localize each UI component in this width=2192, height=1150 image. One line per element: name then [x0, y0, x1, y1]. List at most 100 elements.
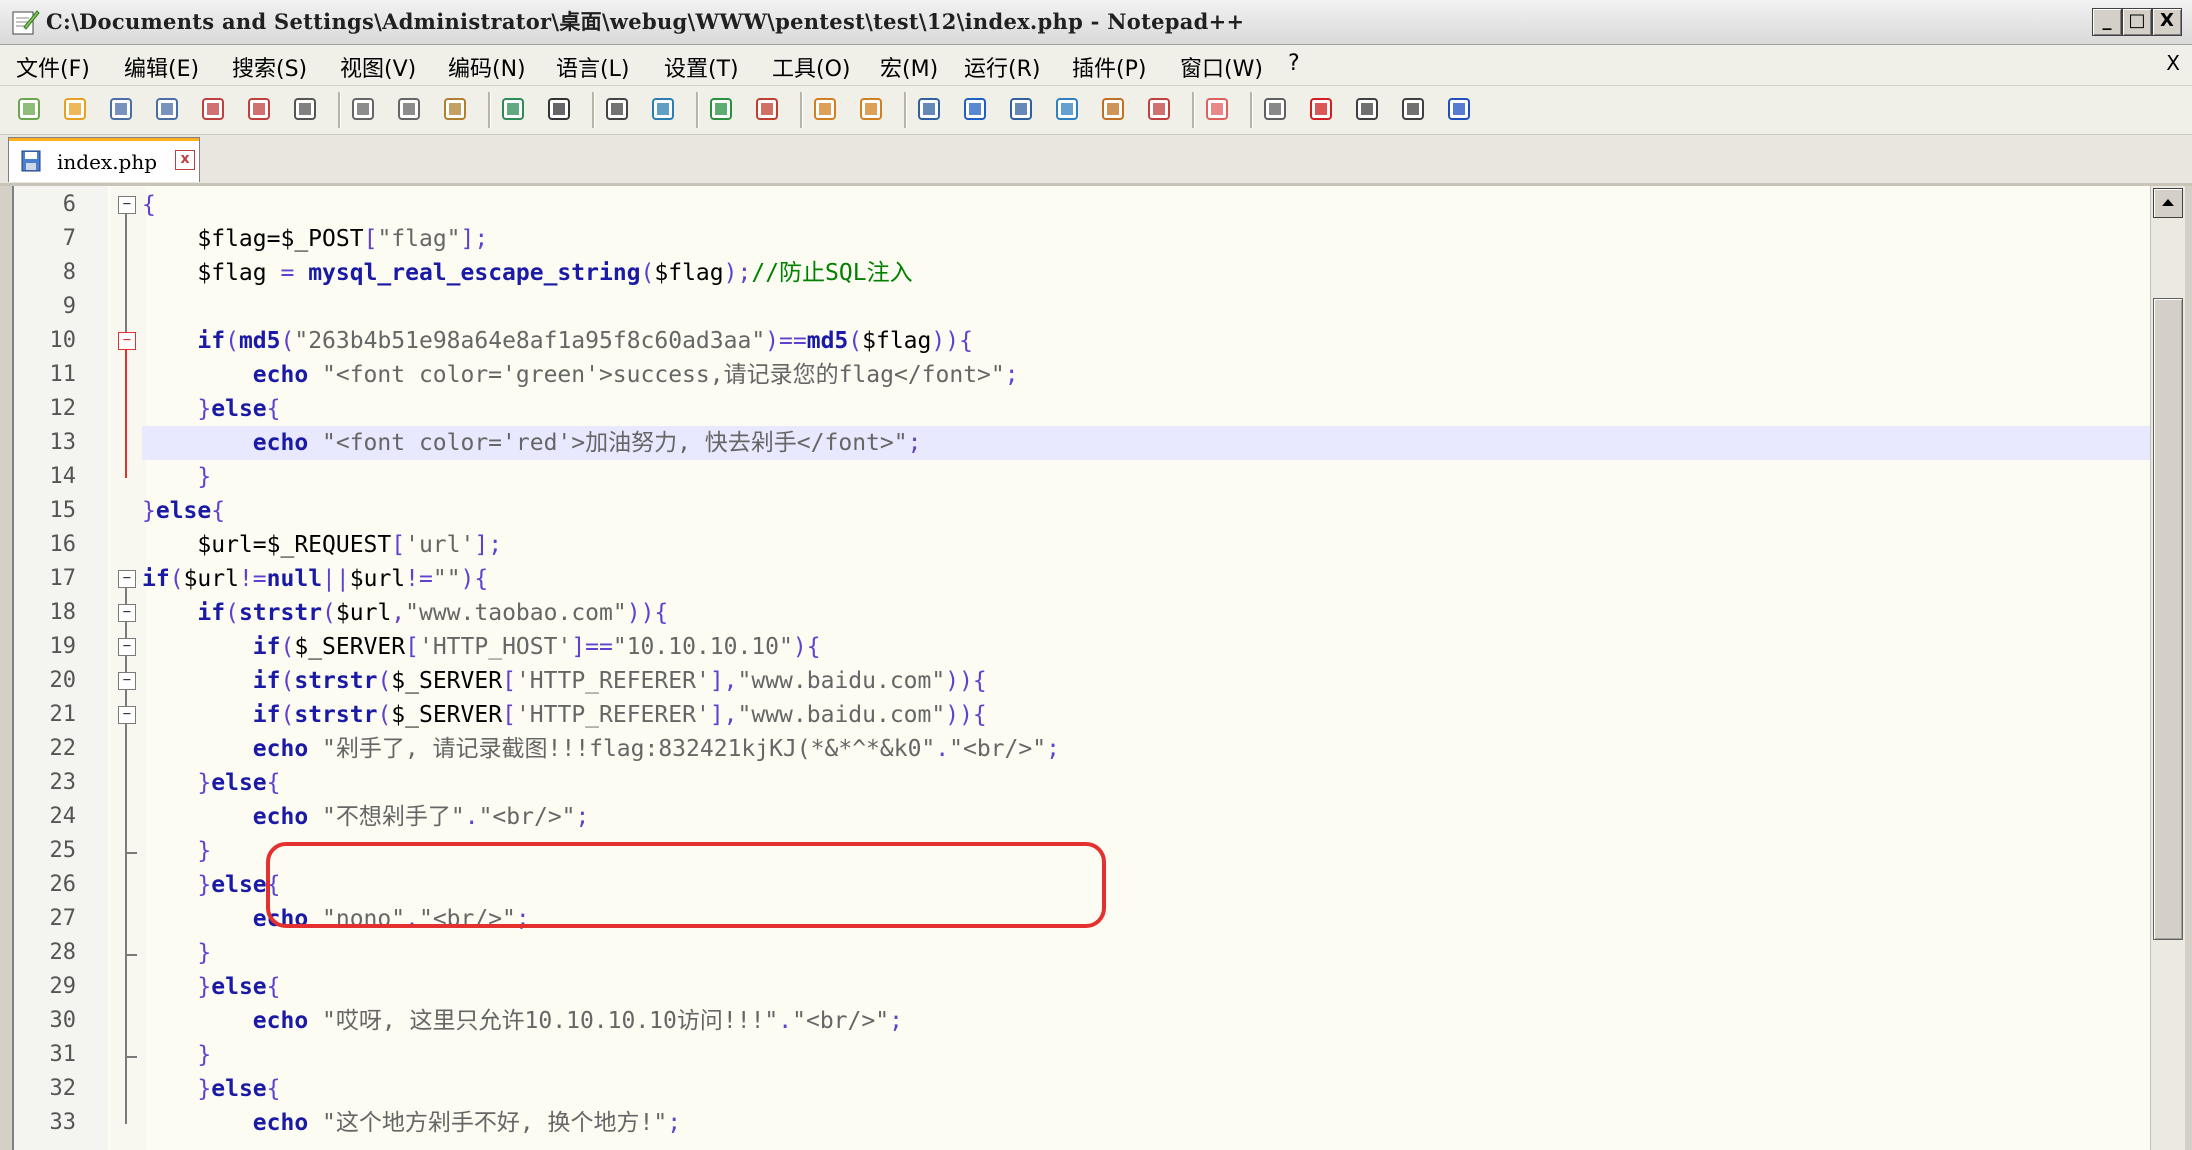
menu-help[interactable]: ? — [1288, 51, 1300, 76]
menu-file[interactable]: 文件(F) — [16, 51, 90, 83]
close-icon[interactable] — [198, 94, 228, 124]
code-token: else — [211, 1076, 267, 1102]
copy-icon[interactable] — [394, 94, 424, 124]
run-macro-multiple-icon[interactable] — [1398, 94, 1428, 124]
code-text: echo "<font color='green'>success,请记录您的f… — [142, 358, 1019, 392]
fold-toggle-icon[interactable]: − — [118, 570, 136, 588]
menu-view[interactable]: 视图(V) — [340, 51, 416, 83]
code-text: }else{ — [142, 868, 280, 902]
code-line: 23 }else{ — [14, 766, 2152, 800]
code-token: [ — [391, 532, 406, 558]
menu-encoding[interactable]: 编码(N) — [448, 51, 526, 83]
redo-icon[interactable] — [544, 94, 574, 124]
code-token: null — [266, 566, 323, 592]
line-number: 23 — [49, 770, 77, 795]
close-doc-button[interactable]: X — [2166, 51, 2180, 75]
function-list-icon[interactable] — [1098, 94, 1128, 124]
line-number: 24 — [49, 804, 77, 829]
paste-icon[interactable] — [440, 94, 470, 124]
code-token: )){ — [626, 600, 669, 626]
menu-macro[interactable]: 宏(M) — [880, 51, 938, 83]
close-window-button[interactable]: X — [2152, 8, 2182, 36]
fold-toggle-icon[interactable]: − — [118, 638, 136, 656]
print-icon[interactable] — [290, 94, 320, 124]
code-token: [ — [363, 226, 378, 252]
code-token: ; — [889, 1008, 903, 1034]
zoom-out-icon[interactable] — [752, 94, 782, 124]
toolbar-separator — [338, 92, 341, 128]
code-token: ( — [280, 668, 295, 694]
code-token: else — [211, 974, 267, 1000]
menu-run[interactable]: 运行(R) — [964, 51, 1040, 83]
scroll-thumb[interactable] — [2153, 298, 2183, 940]
menu-settings[interactable]: 设置(T) — [664, 51, 739, 83]
line-number: 13 — [49, 430, 77, 455]
save-all-icon[interactable] — [152, 94, 182, 124]
tab-index-php[interactable]: index.php x — [8, 137, 200, 182]
fold-toggle-icon[interactable]: − — [118, 706, 136, 724]
code-token: "剁手了, 请记录截图!!!flag:832421kjKJ(*&*^*&k0" — [322, 736, 936, 762]
cut-icon[interactable] — [348, 94, 378, 124]
vertical-scrollbar[interactable] — [2150, 186, 2185, 1150]
show-all-chars-icon[interactable] — [960, 94, 990, 124]
record-macro-icon[interactable] — [1260, 94, 1290, 124]
doc-map-icon[interactable] — [1052, 94, 1082, 124]
scroll-up-button[interactable] — [2153, 188, 2183, 218]
code-token: ], — [709, 702, 738, 728]
menu-edit[interactable]: 编辑(E) — [124, 51, 199, 83]
line-number: 6 — [62, 192, 76, 217]
code-token: )){ — [945, 702, 987, 728]
code-token: { — [142, 192, 156, 218]
sync-vertical-icon[interactable] — [810, 94, 840, 124]
fold-end-marker — [125, 1038, 137, 1058]
line-number: 25 — [49, 838, 77, 863]
code-text: if($_SERVER['HTTP_HOST']=="10.10.10.10")… — [142, 630, 821, 664]
code-token: ; — [907, 430, 922, 456]
zoom-in-icon[interactable] — [706, 94, 736, 124]
monitoring-icon[interactable] — [1202, 94, 1232, 124]
fold-toggle-icon[interactable]: − — [118, 672, 136, 690]
find-icon[interactable] — [602, 94, 632, 124]
fold-end-marker — [125, 834, 137, 854]
title-bar: C:\Documents and Settings\Administrator\… — [0, 0, 2192, 45]
code-token: ( — [225, 328, 239, 354]
play-macro-icon[interactable] — [1352, 94, 1382, 124]
menu-tools[interactable]: 工具(O) — [772, 51, 850, 83]
fold-toggle-icon[interactable]: − — [118, 604, 136, 622]
menu-window[interactable]: 窗口(W) — [1180, 51, 1263, 83]
maximize-button[interactable]: □ — [2122, 8, 2152, 36]
indent-guide-icon[interactable] — [1006, 94, 1036, 124]
code-token: $flag — [862, 328, 932, 354]
code-token: echo — [142, 362, 323, 388]
menu-plugins[interactable]: 插件(P) — [1072, 51, 1146, 83]
sync-horizontal-icon[interactable] — [856, 94, 886, 124]
tab-close-icon[interactable]: x — [175, 150, 195, 170]
code-token: "不想剁手了" — [322, 804, 465, 830]
save-macro-icon[interactable] — [1444, 94, 1474, 124]
word-wrap-icon[interactable] — [914, 94, 944, 124]
stop-record-icon[interactable] — [1306, 94, 1336, 124]
undo-icon[interactable] — [498, 94, 528, 124]
code-line: 7 $flag=$_POST["flag"]; — [14, 222, 2152, 256]
menu-search[interactable]: 搜索(S) — [232, 51, 307, 83]
fold-end-marker — [125, 936, 137, 956]
fold-toggle-icon[interactable]: − — [118, 332, 136, 350]
code-token: || — [322, 566, 350, 592]
folder-workspace-icon[interactable] — [1144, 94, 1174, 124]
line-number: 17 — [49, 566, 77, 591]
code-text: echo "不想剁手了"."<br/>"; — [142, 800, 590, 834]
fold-toggle-icon[interactable]: − — [118, 196, 136, 214]
save-icon[interactable] — [106, 94, 136, 124]
code-line: 14 } — [14, 460, 2152, 494]
open-file-icon[interactable] — [60, 94, 90, 124]
saved-file-icon — [21, 150, 41, 172]
code-token: } — [142, 396, 212, 422]
new-file-icon[interactable] — [14, 94, 44, 124]
menu-language[interactable]: 语言(L) — [556, 51, 629, 83]
minimize-button[interactable]: _ — [2092, 8, 2122, 36]
code-token: echo — [142, 804, 323, 830]
replace-icon[interactable] — [648, 94, 678, 124]
close-all-icon[interactable] — [244, 94, 274, 124]
code-editor[interactable]: 6−{7 $flag=$_POST["flag"]; 8 $flag = mysq… — [12, 186, 2152, 1150]
code-text: } — [142, 460, 211, 494]
